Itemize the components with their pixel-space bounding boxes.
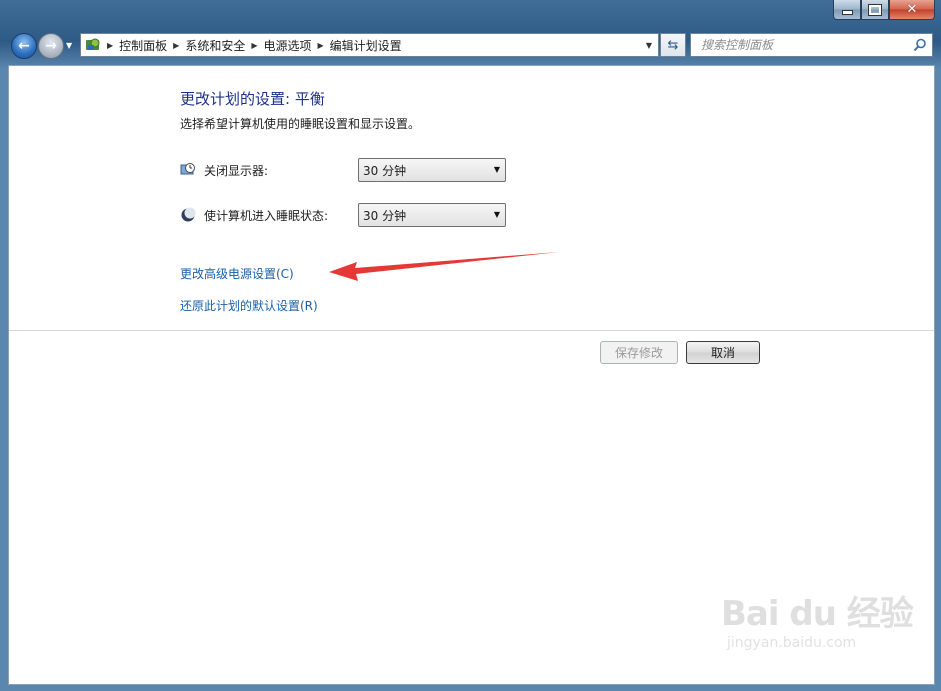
- restore-defaults-link[interactable]: 还原此计划的默认设置(R): [180, 297, 318, 314]
- back-button[interactable]: ←: [11, 33, 37, 59]
- search-box: [690, 33, 933, 57]
- navigation-bar: ← → ▼ ▶ 控制面板 ▶ 系统和安全 ▶ 电源选项 ▶ 编辑计划设置 ▼ ⇆: [8, 30, 933, 60]
- display-off-row: 关闭显示器: 30 分钟 ▼: [180, 158, 506, 182]
- monitor-clock-icon: [180, 163, 195, 175]
- save-changes-button[interactable]: 保存修改: [600, 341, 678, 364]
- baidu-watermark: Bai du 经验 jingyan.baidu.com: [721, 586, 914, 651]
- sleep-value: 30 分钟: [363, 208, 407, 223]
- breadcrumb-power-options[interactable]: 电源选项: [264, 37, 312, 54]
- breadcrumb-separator-icon[interactable]: ▶: [251, 41, 257, 50]
- display-off-value: 30 分钟: [363, 163, 407, 178]
- advanced-power-settings-link[interactable]: 更改高级电源设置(C): [180, 265, 294, 282]
- red-annotation-arrow-icon: [329, 252, 559, 281]
- address-bar[interactable]: ▶ 控制面板 ▶ 系统和安全 ▶ 电源选项 ▶ 编辑计划设置 ▼: [80, 33, 659, 57]
- forward-arrow-icon: →: [45, 38, 57, 54]
- window-frame: ✕ ← → ▼ ▶ 控制面板 ▶ 系统和安全 ▶ 电源选项 ▶ 编辑计划设置 ▼: [0, 0, 941, 691]
- chevron-down-icon: ▼: [493, 210, 500, 219]
- minimize-icon: [841, 10, 853, 15]
- close-button[interactable]: ✕: [889, 0, 935, 20]
- content-pane: 更改计划的设置: 平衡 选择希望计算机使用的睡眠设置和显示设置。 关闭显示器: …: [8, 65, 935, 685]
- divider: [9, 330, 934, 331]
- minimize-button[interactable]: [833, 0, 861, 20]
- refresh-icon: ⇆: [667, 37, 679, 53]
- forward-button[interactable]: →: [38, 33, 64, 59]
- maximize-button[interactable]: [861, 0, 889, 20]
- search-icon[interactable]: [913, 38, 927, 52]
- caption-buttons: ✕: [833, 0, 935, 20]
- breadcrumb-control-panel[interactable]: 控制面板: [119, 37, 167, 54]
- watermark-sub: jingyan.baidu.com: [727, 635, 857, 651]
- chevron-down-icon: ▼: [493, 165, 500, 174]
- watermark-main: Bai du 经验: [721, 594, 914, 634]
- page-title: 更改计划的设置: 平衡: [180, 90, 325, 108]
- breadcrumb-separator-icon[interactable]: ▶: [173, 41, 179, 50]
- maximize-icon: [868, 3, 882, 16]
- close-icon: ✕: [906, 2, 918, 17]
- refresh-button[interactable]: ⇆: [660, 33, 686, 57]
- sleep-select[interactable]: 30 分钟 ▼: [358, 203, 506, 227]
- recent-pages-dropdown[interactable]: ▼: [66, 41, 72, 50]
- sleep-label: 使计算机进入睡眠状态:: [204, 208, 329, 223]
- moon-sleep-icon: [181, 207, 196, 222]
- breadcrumb-edit-plan[interactable]: 编辑计划设置: [330, 37, 402, 54]
- breadcrumb-separator-icon[interactable]: ▶: [318, 41, 324, 50]
- address-dropdown-icon[interactable]: ▼: [640, 34, 658, 56]
- display-off-label: 关闭显示器:: [204, 163, 269, 178]
- search-input[interactable]: [699, 37, 913, 53]
- breadcrumb-system-security[interactable]: 系统和安全: [185, 37, 245, 54]
- back-arrow-icon: ←: [18, 38, 30, 54]
- page-subtitle: 选择希望计算机使用的睡眠设置和显示设置。: [180, 117, 421, 131]
- breadcrumb-separator-icon: ▶: [107, 40, 114, 50]
- sleep-row: 使计算机进入睡眠状态: 30 分钟 ▼: [180, 203, 506, 227]
- display-off-select[interactable]: 30 分钟 ▼: [358, 158, 506, 182]
- cancel-button[interactable]: 取消: [686, 341, 760, 364]
- control-panel-icon: [86, 38, 100, 50]
